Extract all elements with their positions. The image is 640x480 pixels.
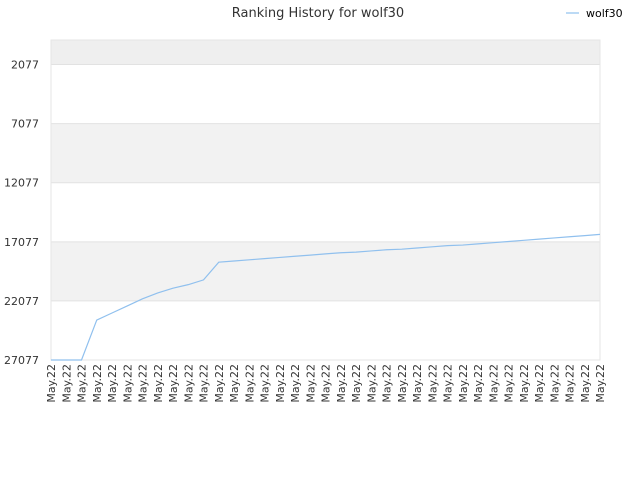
x-tick-label: May.22	[442, 364, 455, 403]
x-tick-label: May.22	[182, 364, 195, 403]
y-tick-label: 12077	[4, 177, 39, 190]
x-tick-label: May.22	[579, 364, 592, 403]
x-tick-label: May.22	[365, 364, 378, 403]
x-tick-label: May.22	[121, 364, 134, 403]
x-tick-label: May.22	[487, 364, 500, 403]
x-tick-label: May.22	[167, 364, 180, 403]
chart-title: Ranking History for wolf30	[232, 6, 404, 21]
x-tick-label: May.22	[152, 364, 165, 403]
x-tick-label: May.22	[304, 364, 317, 403]
x-tick-label: May.22	[548, 364, 561, 403]
x-tick-label: May.22	[472, 364, 485, 403]
x-tick-label: May.22	[350, 364, 363, 403]
legend[interactable]: wolf30	[566, 7, 623, 20]
plot-band	[51, 182, 600, 242]
x-tick-label: May.22	[213, 364, 226, 403]
x-tick-label: May.22	[259, 364, 272, 403]
x-tick-label: May.22	[335, 364, 348, 403]
y-tick-label: 2077	[11, 59, 39, 72]
y-tick-label: 7077	[11, 118, 39, 131]
y-tick-label: 22077	[4, 295, 39, 308]
x-tick-label: May.22	[289, 364, 302, 403]
x-axis: May.22 May.22 May.22 May.22 May.22 May.22 May.…	[45, 364, 607, 403]
plot-band	[51, 123, 600, 183]
x-tick-label: May.22	[518, 364, 531, 403]
x-tick-label: May.22	[564, 364, 577, 403]
ranking-chart: Ranking History for wolf30 wolf30 2077 70…	[4, 6, 623, 403]
plot-band	[51, 64, 600, 124]
x-tick-label: May.22	[411, 364, 424, 403]
legend-label: wolf30	[586, 7, 623, 20]
plot-band	[51, 241, 600, 301]
x-tick-label: May.22	[45, 364, 58, 403]
x-tick-label: May.22	[106, 364, 119, 403]
x-tick-label: May.22	[228, 364, 241, 403]
x-tick-label: May.22	[243, 364, 256, 403]
x-tick-label: May.22	[594, 364, 607, 403]
y-axis: 2077 7077 12077 17077 22077 27077	[4, 59, 39, 367]
x-tick-label: May.22	[137, 364, 150, 403]
plot-bands	[51, 40, 600, 360]
y-tick-label: 17077	[4, 236, 39, 249]
x-tick-label: May.22	[396, 364, 409, 403]
x-tick-label: May.22	[76, 364, 89, 403]
x-tick-label: May.22	[274, 364, 287, 403]
x-tick-label: May.22	[60, 364, 73, 403]
x-tick-label: May.22	[198, 364, 211, 403]
x-tick-label: May.22	[91, 364, 104, 403]
y-tick-label: 27077	[4, 354, 39, 367]
plot-band	[51, 300, 600, 360]
x-tick-label: May.22	[533, 364, 546, 403]
plot-band	[51, 40, 600, 65]
x-tick-label: May.22	[320, 364, 333, 403]
x-tick-label: May.22	[503, 364, 516, 403]
x-tick-label: May.22	[381, 364, 394, 403]
x-tick-label: May.22	[457, 364, 470, 403]
x-tick-label: May.22	[426, 364, 439, 403]
